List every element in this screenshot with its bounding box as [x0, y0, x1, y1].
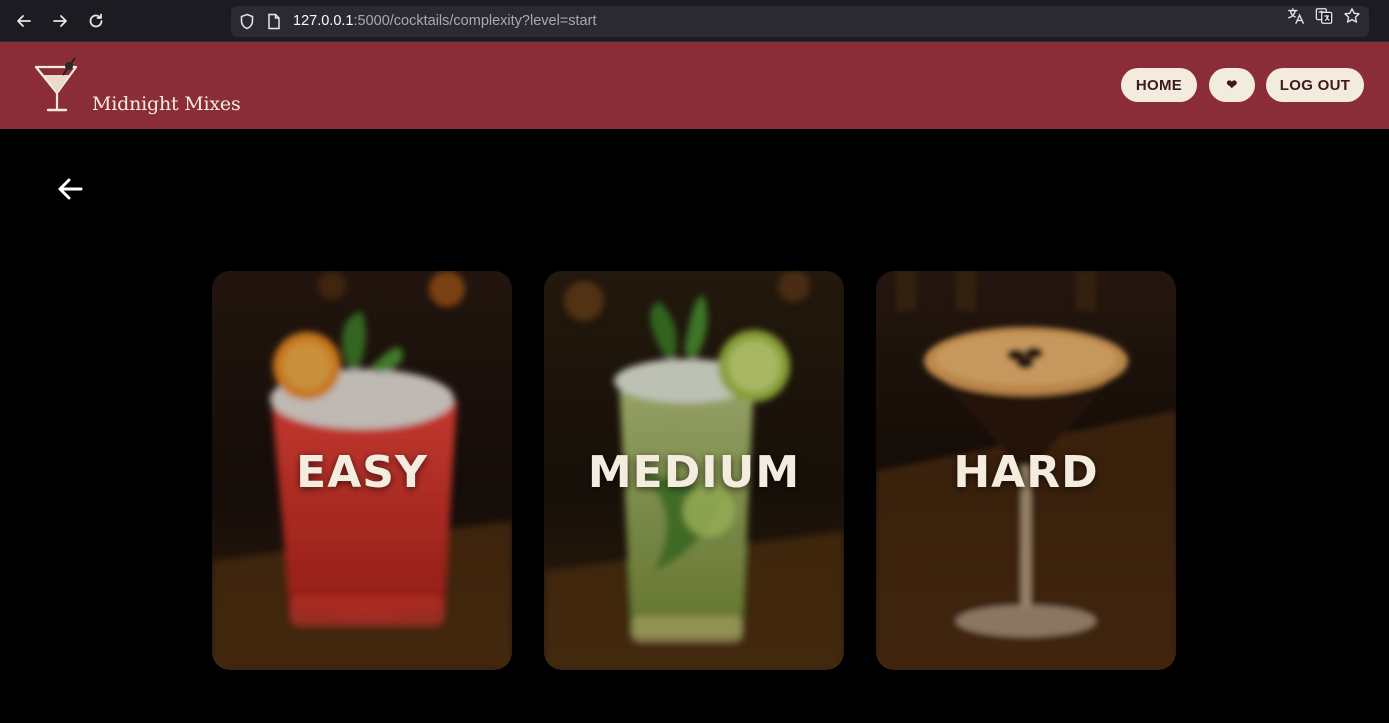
medium-label: MEDIUM [587, 447, 801, 498]
site-header: Midnight Mixes HOME ❤ LOG OUT [0, 42, 1389, 129]
url-host: 127.0.0.1 [293, 13, 354, 29]
page-translate-icon[interactable] [1314, 6, 1334, 26]
martini-glass-logo-icon[interactable] [33, 55, 81, 113]
back-icon[interactable] [11, 8, 37, 34]
hard-level-card[interactable]: HARD [876, 271, 1176, 670]
translate-icon[interactable] [1286, 6, 1306, 26]
browser-toolbar: 127.0.0.1:5000/cocktails/complexity?leve… [0, 0, 1389, 42]
bookmark-star-icon[interactable] [1342, 6, 1362, 26]
url-text[interactable]: 127.0.0.1:5000/cocktails/complexity?leve… [293, 13, 596, 29]
favorites-heart-button[interactable]: ❤ [1209, 68, 1255, 102]
logout-button[interactable]: LOG OUT [1266, 68, 1364, 102]
easy-level-card[interactable]: EASY [212, 271, 512, 670]
page-icon[interactable] [267, 13, 281, 30]
easy-label: EASY [296, 447, 428, 498]
url-path: :5000/cocktails/complexity?level=start [353, 13, 597, 29]
home-button[interactable]: HOME [1121, 68, 1197, 102]
reload-icon[interactable] [83, 8, 109, 34]
brand-name[interactable]: Midnight Mixes [92, 93, 241, 115]
shield-icon[interactable] [239, 13, 255, 30]
medium-level-card[interactable]: MEDIUM [544, 271, 844, 670]
address-bar[interactable]: 127.0.0.1:5000/cocktails/complexity?leve… [231, 6, 1369, 37]
hard-label: HARD [953, 447, 1099, 498]
forward-icon[interactable] [47, 8, 73, 34]
back-arrow-icon[interactable] [56, 176, 84, 202]
